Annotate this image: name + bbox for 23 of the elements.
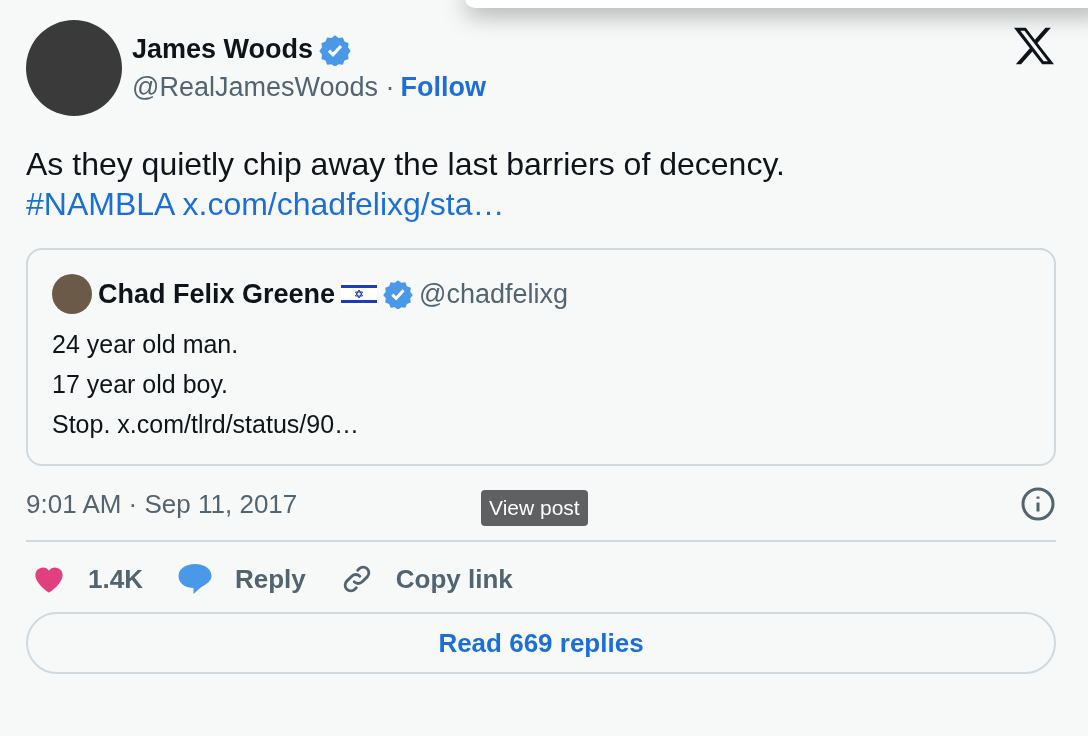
read-replies-button[interactable]: Read 669 replies	[26, 612, 1056, 674]
follow-link[interactable]: Follow	[400, 71, 486, 103]
quote-author-handle: @chadfelixg	[419, 278, 569, 310]
author-handle: @RealJamesWoods ·	[132, 71, 395, 103]
quote-text-line: 17 year old boy.	[52, 369, 230, 400]
post-link[interactable]: x.com/chadfelixg/sta…	[182, 186, 505, 222]
author-name: James Woods	[132, 34, 314, 65]
hashtag-link[interactable]: #NAMBLA	[26, 186, 174, 222]
like-button[interactable]: 1.4K	[32, 563, 143, 595]
info-icon[interactable]	[1020, 486, 1056, 522]
quoted-post-card[interactable]: Chad Felix Greene @chadfelixg 24 year old man. 17 year old boy. Stop. x.com/tlrd/status/90…	[26, 248, 1056, 466]
reply-button[interactable]: Reply	[176, 562, 306, 596]
x-logo-icon	[1012, 26, 1056, 66]
copy-button[interactable]: Copy link	[339, 562, 513, 596]
quote-author-name: Chad Felix Greene	[98, 278, 336, 310]
speech-bubble-icon	[176, 562, 213, 596]
quote-text-line: 24 year old man.	[52, 329, 240, 360]
flag-icon	[341, 282, 378, 306]
quote-text-line: Stop. x.com/tlrd/status/90…	[52, 409, 361, 440]
post-text: As they quietly chip away the last barriers of decency. #NAMBLA x.com/chadfelixg/sta…	[26, 145, 786, 224]
quote-avatar-photo-placeholder	[52, 274, 92, 314]
tooltip: View post	[481, 490, 588, 526]
post-timestamp[interactable]: 9:01 AM · Sep 11, 2017	[26, 488, 298, 520]
